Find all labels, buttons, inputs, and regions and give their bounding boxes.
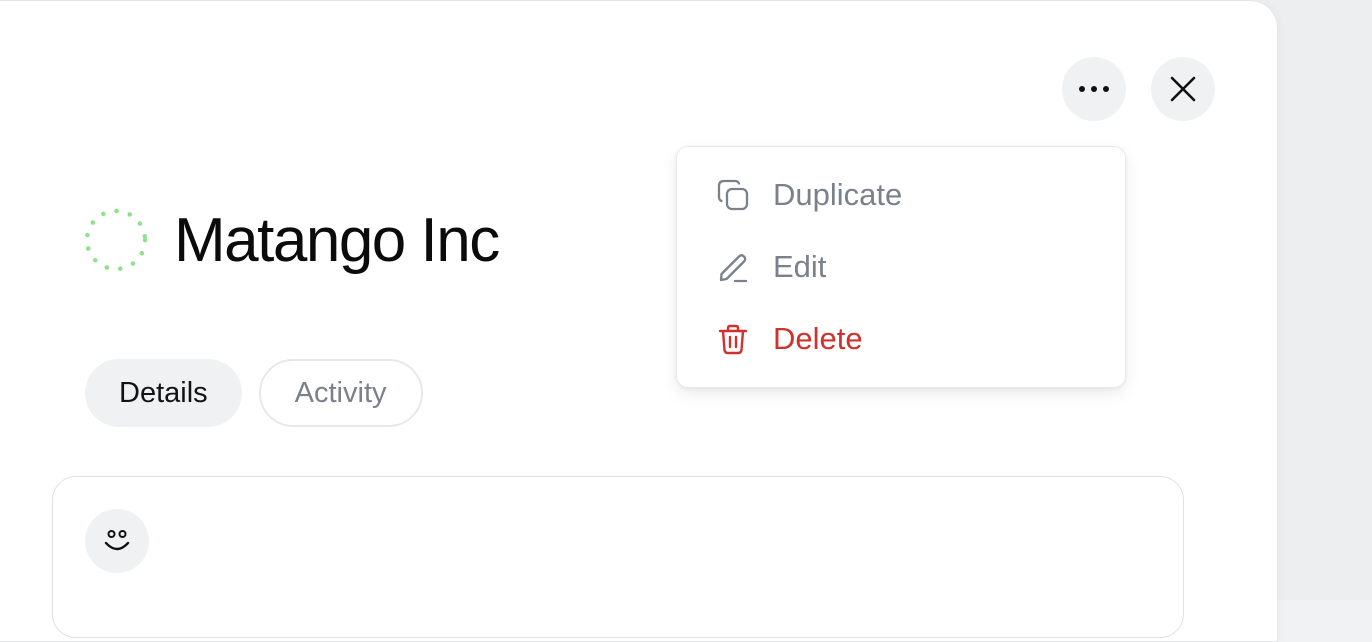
actions-dropdown-menu: Duplicate Edit Delete [676,146,1126,388]
tab-bar: Details Activity [85,359,423,427]
menu-item-label: Delete [773,321,863,356]
smiley-icon [104,530,130,551]
menu-item-duplicate[interactable]: Duplicate [677,159,1125,231]
close-icon [1170,76,1196,102]
title-row: Matango Inc [84,200,500,280]
dotted-circle-status-icon [84,208,148,272]
menu-item-label: Edit [773,249,827,284]
more-options-button[interactable] [1062,57,1126,121]
close-button[interactable] [1151,57,1215,121]
details-card [52,476,1184,638]
menu-item-delete[interactable]: Delete [677,303,1125,375]
trash-icon [715,321,751,357]
pencil-icon [715,249,751,285]
emoji-button[interactable] [85,509,149,573]
more-horizontal-icon [1079,86,1109,92]
menu-item-label: Duplicate [773,177,903,212]
tab-activity[interactable]: Activity [258,359,423,427]
tab-details[interactable]: Details [85,359,242,427]
record-title: Matango Inc [174,205,500,275]
menu-item-edit[interactable]: Edit [677,231,1125,303]
copy-icon [715,177,751,213]
